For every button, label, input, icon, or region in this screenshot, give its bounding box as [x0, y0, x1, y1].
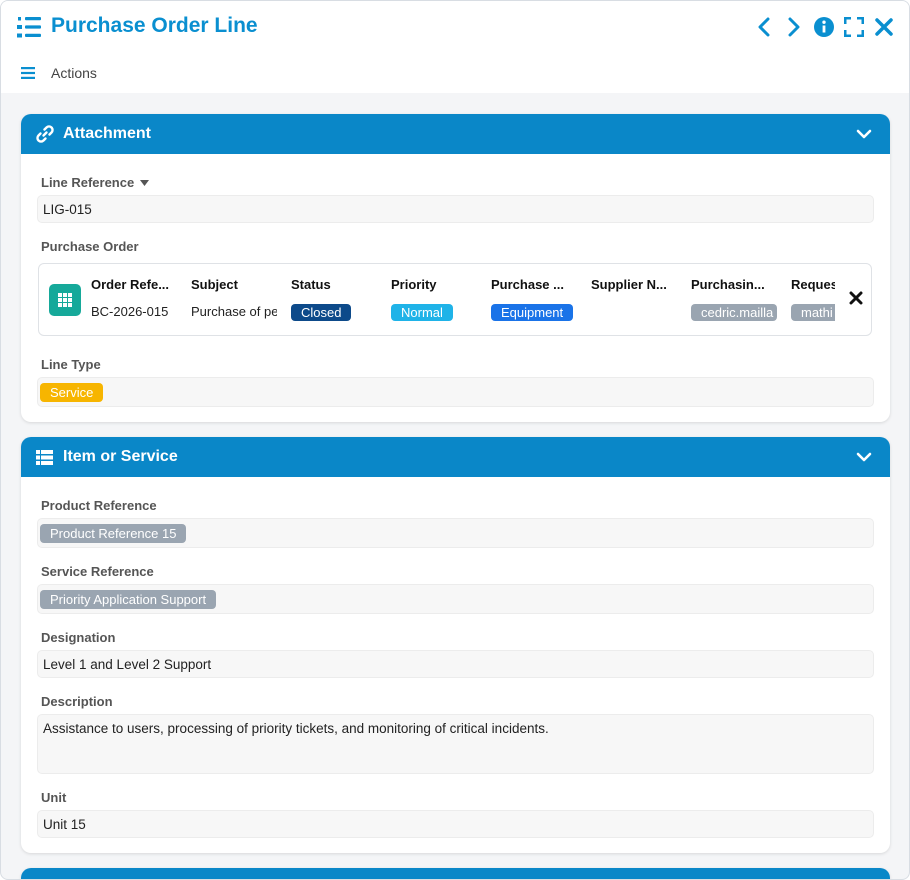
numbered-list-icon: [17, 16, 41, 38]
po-column-header: Purchase ...: [491, 277, 564, 292]
po-column-requester: Reques mathi: [791, 264, 835, 335]
designation-label: Designation: [41, 630, 116, 645]
po-column-purchasing: Purchasin... cedric.mailla: [691, 264, 791, 335]
po-column-supplier: Supplier N...: [591, 264, 691, 335]
status-badge: Closed: [291, 304, 352, 321]
po-column-priority: Priority Normal: [391, 264, 491, 335]
product-reference-label: Product Reference: [41, 498, 157, 513]
item-service-section-title: Item or Service: [63, 448, 178, 465]
collapse-chevron-icon[interactable]: [856, 126, 872, 142]
po-column-header: Priority: [391, 277, 437, 292]
description-field[interactable]: Assistance to users, processing of prior…: [37, 714, 874, 774]
po-column-header: Subject: [191, 277, 238, 292]
line-type-field[interactable]: Service: [37, 377, 874, 407]
chevron-left-icon: [758, 17, 770, 37]
close-button[interactable]: [873, 15, 895, 39]
service-reference-tag: Priority Application Support: [40, 589, 217, 609]
po-column-header: Order Refe...: [91, 277, 170, 292]
po-column-header: Reques: [791, 277, 835, 292]
fullscreen-button[interactable]: [843, 15, 865, 39]
window-controls: [753, 15, 895, 39]
item-service-section: Item or Service Product Reference Produc…: [21, 437, 890, 853]
po-column-status: Status Closed: [291, 264, 391, 335]
previous-record-button[interactable]: [753, 15, 775, 39]
window-header: Purchase Order Line Actions: [1, 1, 909, 93]
purchase-order-columns: Order Refe... BC-2026-015 Subject Purcha…: [91, 264, 835, 335]
hamburger-icon: [21, 67, 35, 79]
line-type-label: Line Type: [41, 357, 101, 372]
service-reference-field[interactable]: Priority Application Support: [37, 584, 874, 614]
info-icon: [814, 17, 834, 37]
attachment-section-title: Attachment: [63, 125, 152, 142]
product-reference-tag: Product Reference 15: [40, 523, 187, 543]
list-table-icon: [36, 448, 54, 466]
purchase-order-label: Purchase Order: [41, 239, 139, 254]
po-column-subject: Subject Purchase of pe: [191, 264, 291, 335]
attachment-section-header[interactable]: Attachment: [21, 114, 890, 154]
purchaser-tag: cedric.mailla: [691, 304, 777, 321]
item-service-section-header[interactable]: Item or Service: [21, 437, 890, 477]
po-column-header: Status: [291, 277, 331, 292]
purchase-order-record[interactable]: Order Refe... BC-2026-015 Subject Purcha…: [38, 263, 872, 336]
line-reference-label-text: Line Reference: [41, 175, 135, 190]
line-reference-field[interactable]: LIG-015: [37, 195, 874, 223]
po-order-reference-value: BC-2026-015: [91, 304, 169, 319]
remove-purchase-order-button[interactable]: [849, 291, 863, 305]
po-subject-value: Purchase of pe: [191, 304, 277, 319]
attachment-section: Attachment Line Reference LIG-015 Purcha…: [21, 114, 890, 422]
actions-menu[interactable]: Actions: [21, 65, 97, 81]
purchase-type-badge: Equipment: [491, 304, 574, 321]
link-icon: [36, 125, 54, 143]
po-column-header: Supplier N...: [591, 277, 667, 292]
table-grid-icon: [49, 284, 81, 316]
page-title: Purchase Order Line: [51, 14, 258, 37]
info-button[interactable]: [813, 15, 835, 39]
close-icon: [875, 18, 893, 36]
product-reference-field[interactable]: Product Reference 15: [37, 518, 874, 548]
line-reference-label[interactable]: Line Reference: [41, 175, 150, 190]
close-icon: [849, 291, 863, 305]
line-type-tag: Service: [40, 382, 104, 402]
caret-down-icon: [140, 179, 150, 186]
requester-tag: mathi: [791, 304, 835, 321]
priority-badge: Normal: [391, 304, 453, 321]
service-reference-label: Service Reference: [41, 564, 154, 579]
designation-field[interactable]: Level 1 and Level 2 Support: [37, 650, 874, 678]
po-column-purchase-type: Purchase ... Equipment: [491, 264, 591, 335]
po-column-order-reference: Order Refe... BC-2026-015: [91, 264, 191, 335]
actions-label: Actions: [51, 65, 97, 81]
next-record-button[interactable]: [783, 15, 805, 39]
record-window: Purchase Order Line Actions Attachment L…: [0, 0, 910, 880]
po-column-header: Purchasin...: [691, 277, 765, 292]
collapse-chevron-icon[interactable]: [856, 449, 872, 465]
expand-icon: [844, 17, 864, 37]
next-section-header: [21, 868, 890, 879]
unit-label: Unit: [41, 790, 67, 805]
description-label: Description: [41, 694, 113, 709]
unit-field[interactable]: Unit 15: [37, 810, 874, 838]
chevron-right-icon: [788, 17, 800, 37]
